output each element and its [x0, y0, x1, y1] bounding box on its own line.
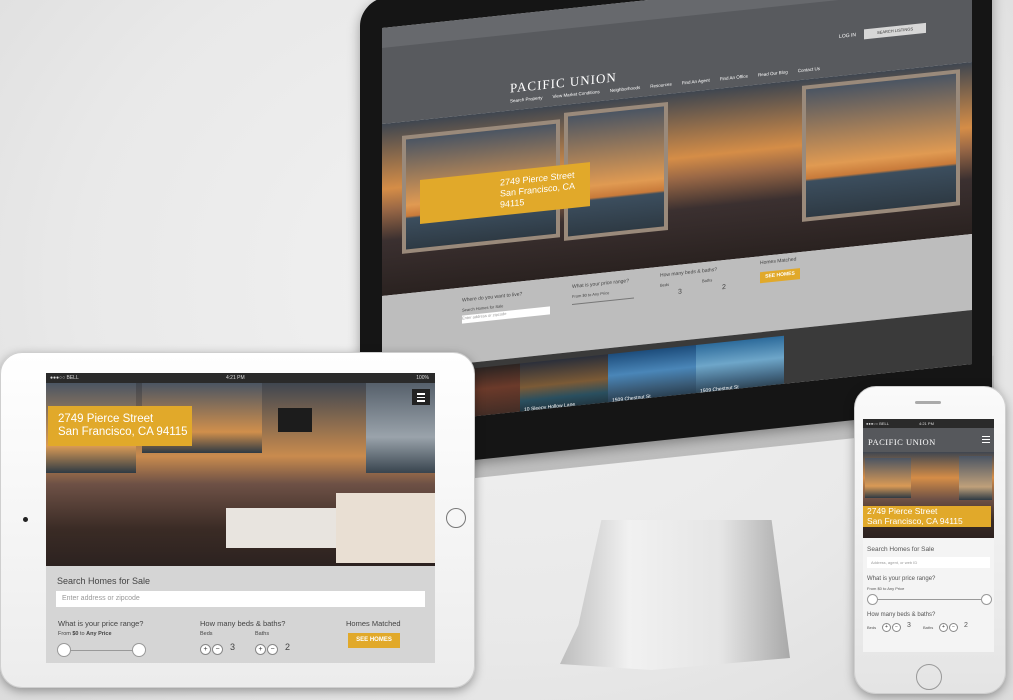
window-view: [865, 458, 911, 498]
search-title: Search Homes for Sale: [57, 576, 151, 586]
price-slider-track[interactable]: [64, 650, 138, 651]
phone-home-button[interactable]: [916, 664, 942, 690]
see-homes-button[interactable]: SEE HOMES: [760, 268, 800, 284]
price-question: What is your price range?: [867, 576, 936, 582]
tablet-address-label: 2749 Pierce Street San Francisco, CA 941…: [48, 406, 192, 446]
beds-value: 3: [907, 622, 911, 629]
baths-value: 2: [964, 622, 968, 629]
baths-value: 2: [285, 642, 291, 652]
battery-label: 100%: [416, 375, 429, 381]
beds-question: How many beds & baths?: [867, 612, 936, 618]
price-range: From $0 to Any Price: [867, 586, 905, 591]
phone-status-bar: ●●●○○ BELL 4:21 PM: [863, 419, 994, 428]
search-input[interactable]: Address, agent, or web ID: [867, 557, 990, 568]
baths-increment-button[interactable]: +: [255, 644, 266, 655]
beds-decrement-button[interactable]: −: [212, 644, 223, 655]
price-question: What is your price range?: [58, 619, 144, 628]
address-line-2: San Francisco, CA 94115: [867, 515, 963, 526]
search-input[interactable]: Enter address or zipcode: [56, 591, 425, 607]
baths-label: Baths: [255, 631, 270, 637]
beds-increment-button[interactable]: +: [882, 623, 891, 632]
carrier-label: ●●●○○ BELL: [866, 421, 889, 426]
price-max: Any Price: [86, 631, 112, 637]
phone-address-label: 2749 Pierce Street San Francisco, CA 941…: [863, 506, 991, 527]
price-min: $0: [72, 631, 79, 637]
beds-decrement-button[interactable]: −: [892, 623, 901, 632]
phone-speaker: [915, 401, 941, 404]
brand-logo[interactable]: PACIFIC UNION: [868, 437, 936, 447]
beds-value: 3: [230, 642, 236, 652]
baths-label: Baths: [923, 625, 934, 630]
baths-decrement-button[interactable]: −: [267, 644, 278, 655]
phone-screen: ●●●○○ BELL 4:21 PM PACIFIC UNION 2749 Pi…: [863, 419, 994, 652]
beds-question: How many beds & baths?: [200, 619, 286, 628]
beds-label: Beds: [867, 625, 877, 630]
homes-matched-label: Homes Matched: [760, 256, 797, 267]
status-time: 4:21 PM: [226, 375, 245, 381]
baths-value: 2: [722, 283, 726, 292]
tablet-screen: ●●●○○ BELL 4:21 PM 100% 2749 Pierce Stre…: [46, 373, 435, 663]
baths-label: Baths: [702, 277, 713, 284]
carrier-label: ●●●○○ BELL: [50, 375, 79, 381]
beds-label: Beds: [660, 281, 670, 288]
baths-decrement-button[interactable]: −: [949, 623, 958, 632]
tablet-camera: [23, 517, 28, 522]
price-slider-max-handle[interactable]: [132, 643, 146, 657]
coffee-table: [226, 508, 336, 548]
menu-icon[interactable]: [982, 436, 990, 445]
window-view: [802, 69, 960, 222]
price-to: to: [80, 631, 85, 637]
menu-icon[interactable]: [412, 389, 430, 405]
tablet-status-bar: ●●●○○ BELL 4:21 PM 100%: [46, 373, 435, 383]
price-slider-max-handle[interactable]: [981, 594, 992, 605]
address-line-2: San Francisco, CA 94115: [58, 426, 188, 438]
address-line-1: 2749 Pierce Street: [58, 413, 154, 425]
price-slider-track[interactable]: [872, 599, 985, 600]
price-question: What is your price range?: [572, 278, 629, 291]
homes-matched-label: Homes Matched: [346, 619, 401, 628]
tablet-home-button[interactable]: [446, 508, 466, 528]
price-range: From $0 to Any Price: [572, 290, 610, 300]
where-label: Where do you want to live?: [462, 291, 523, 304]
baths-increment-button[interactable]: +: [939, 623, 948, 632]
search-title: Search Homes for Sale: [867, 546, 935, 553]
price-slider-min-handle[interactable]: [57, 643, 71, 657]
beds-value: 3: [678, 288, 682, 296]
window-view: [959, 456, 992, 500]
price-slider[interactable]: [572, 297, 634, 306]
status-time: 4:21 PM: [919, 421, 934, 426]
beds-label: Beds: [200, 631, 213, 637]
tv-screen: [278, 408, 312, 432]
price-slider-min-handle[interactable]: [867, 594, 878, 605]
price-range: From $0 to Any Price: [58, 631, 112, 637]
price-from: From: [58, 631, 71, 637]
sofa: [336, 493, 435, 563]
see-homes-button[interactable]: SEE HOMES: [348, 633, 400, 648]
beds-increment-button[interactable]: +: [200, 644, 211, 655]
imac-stand: [560, 520, 790, 670]
